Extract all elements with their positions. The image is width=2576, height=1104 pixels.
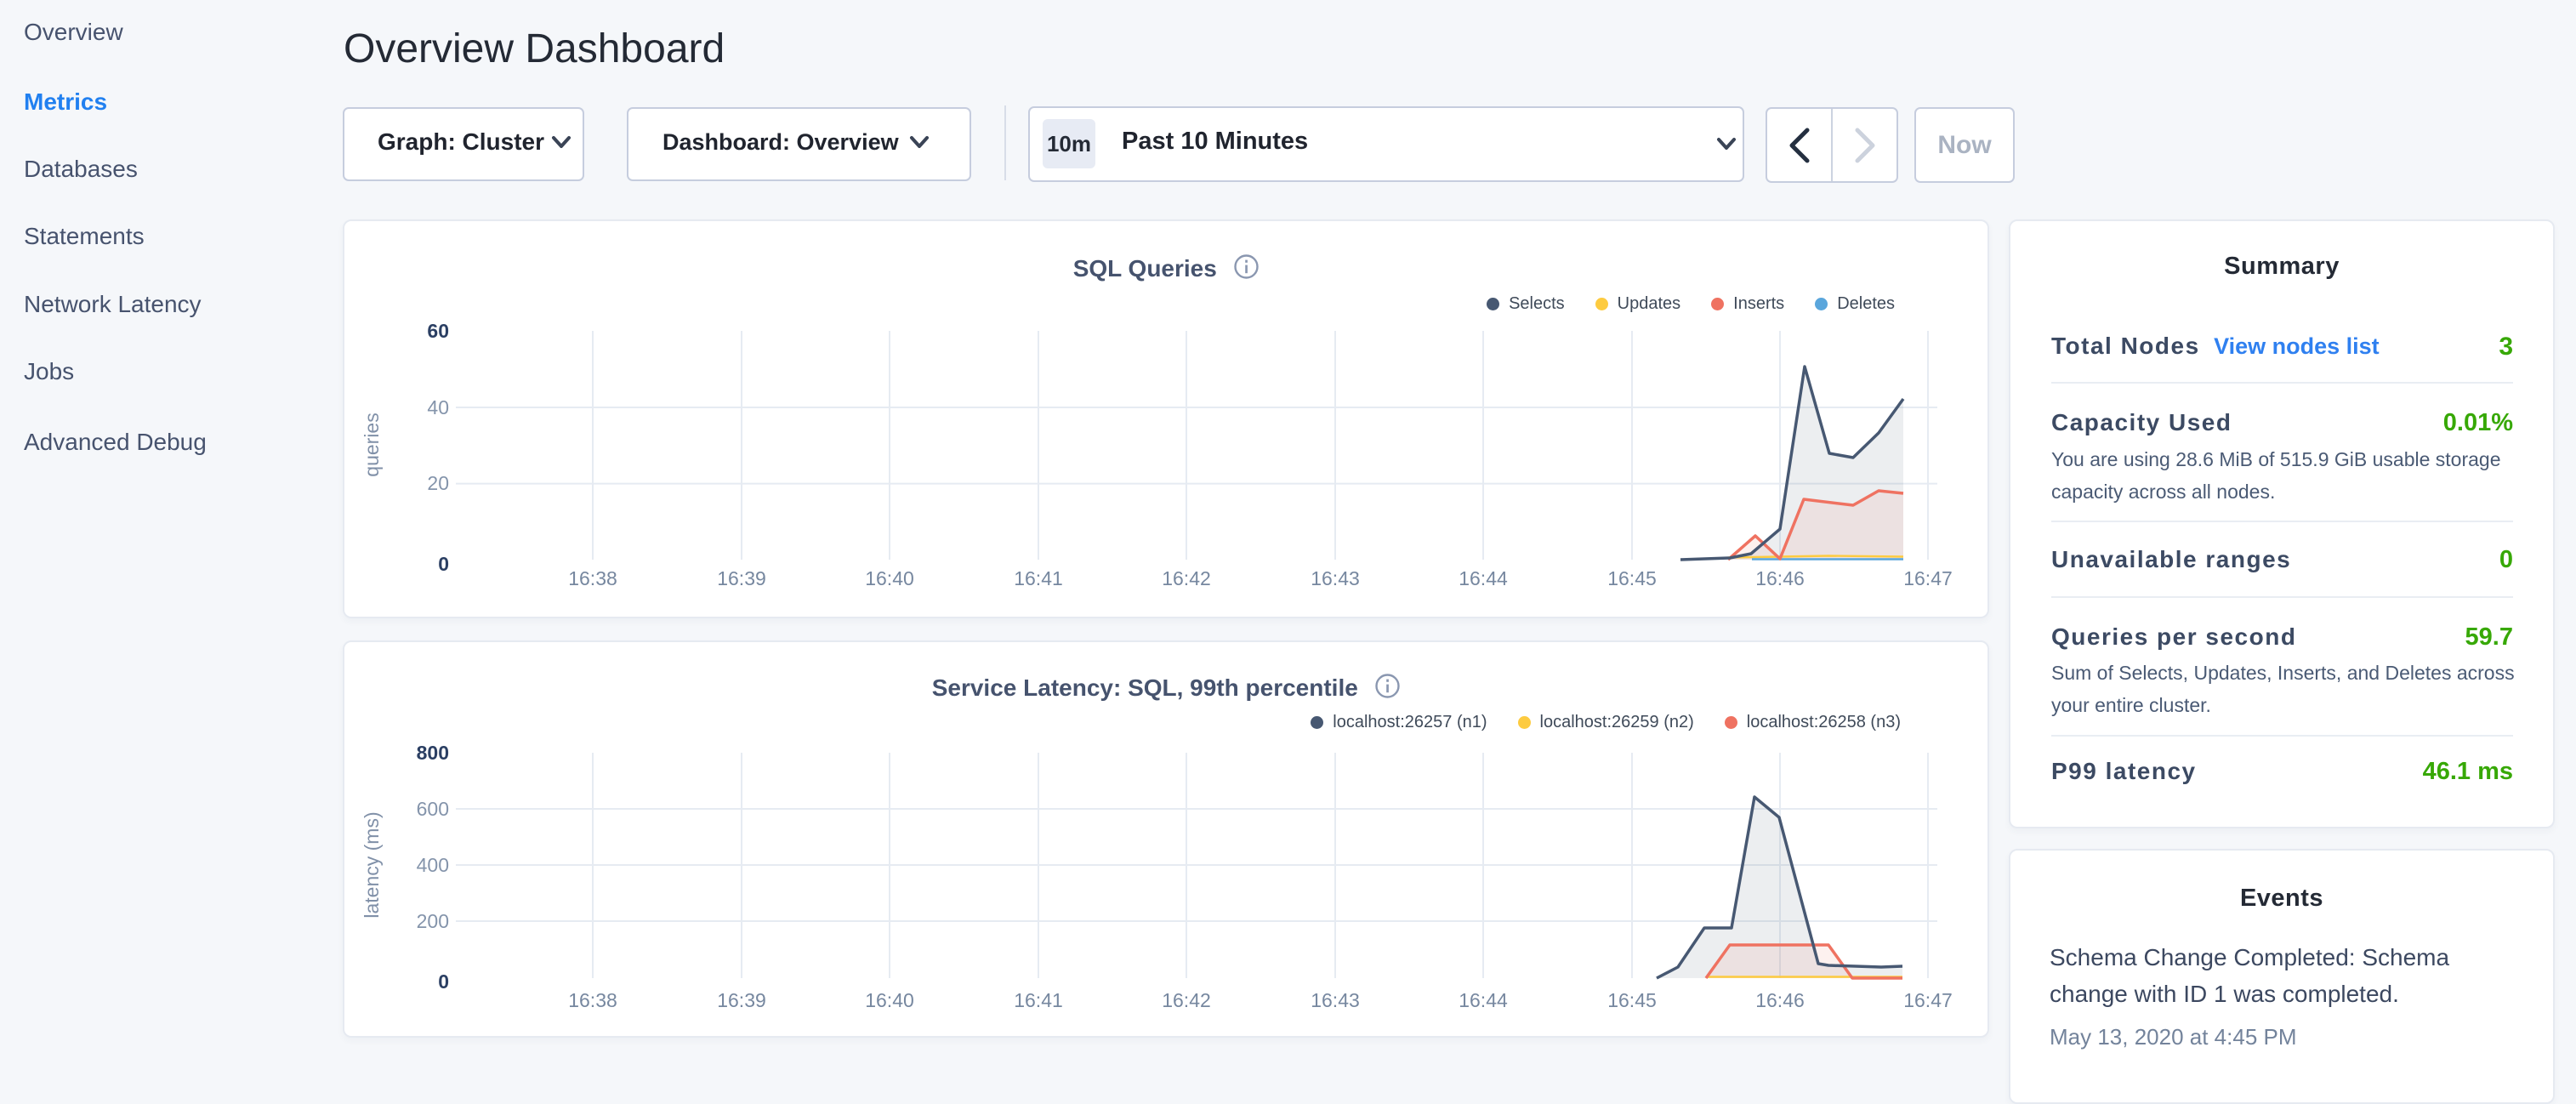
svg-text:queries: queries <box>361 413 383 476</box>
svg-text:400: 400 <box>417 854 449 876</box>
svg-text:200: 200 <box>417 910 449 932</box>
svg-text:16:39: 16:39 <box>717 567 766 589</box>
svg-text:16:41: 16:41 <box>1014 989 1063 1011</box>
svg-text:20: 20 <box>427 472 449 494</box>
svg-text:16:44: 16:44 <box>1459 989 1508 1011</box>
svg-text:16:47: 16:47 <box>1903 567 1953 589</box>
svg-text:16:44: 16:44 <box>1459 567 1508 589</box>
svg-text:60: 60 <box>427 320 449 342</box>
svg-text:16:46: 16:46 <box>1755 567 1805 589</box>
svg-text:16:43: 16:43 <box>1311 567 1360 589</box>
svg-text:16:40: 16:40 <box>865 989 914 1011</box>
svg-text:0: 0 <box>438 553 449 575</box>
svg-text:16:47: 16:47 <box>1903 989 1953 1011</box>
svg-text:16:38: 16:38 <box>568 989 617 1011</box>
svg-text:16:39: 16:39 <box>717 989 766 1011</box>
svg-text:16:41: 16:41 <box>1014 567 1063 589</box>
svg-text:16:46: 16:46 <box>1755 989 1805 1011</box>
svg-text:16:43: 16:43 <box>1311 989 1360 1011</box>
svg-text:16:45: 16:45 <box>1607 567 1657 589</box>
svg-text:16:38: 16:38 <box>568 567 617 589</box>
svg-text:16:42: 16:42 <box>1162 989 1211 1011</box>
svg-text:600: 600 <box>417 798 449 820</box>
svg-text:16:42: 16:42 <box>1162 567 1211 589</box>
svg-text:16:45: 16:45 <box>1607 989 1657 1011</box>
svg-text:800: 800 <box>417 742 449 764</box>
svg-text:40: 40 <box>427 396 449 418</box>
svg-text:0: 0 <box>438 970 449 993</box>
svg-text:16:40: 16:40 <box>865 567 914 589</box>
svg-text:latency (ms): latency (ms) <box>361 811 383 918</box>
